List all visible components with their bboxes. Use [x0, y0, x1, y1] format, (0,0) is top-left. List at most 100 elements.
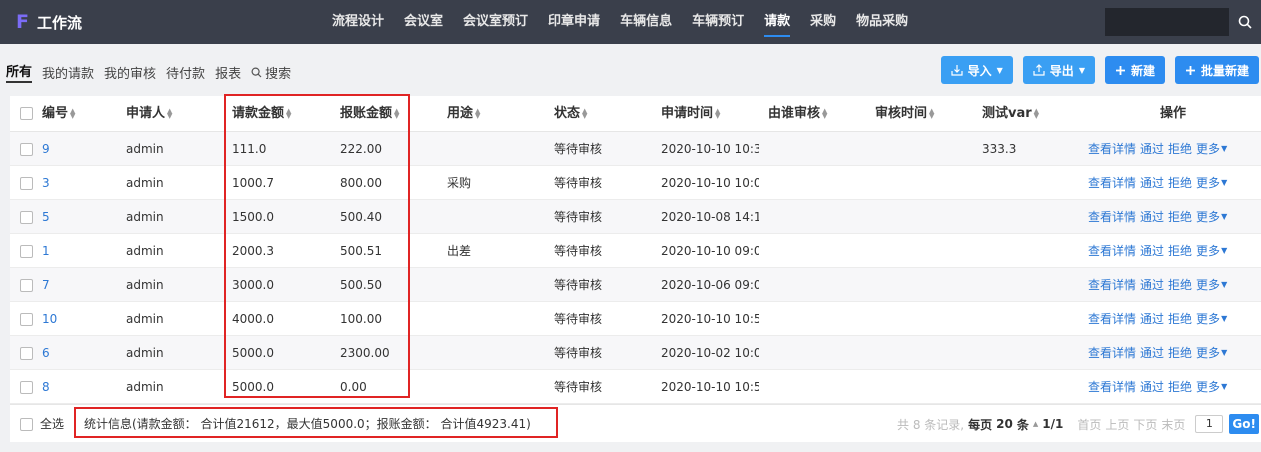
reject-link[interactable]: 拒绝: [1168, 234, 1192, 268]
go-button[interactable]: Go!: [1229, 414, 1259, 434]
column-header[interactable]: 用途 ▲ ▼: [447, 96, 480, 132]
view-details-link[interactable]: 查看详情: [1088, 234, 1136, 268]
view-details-link[interactable]: 查看详情: [1088, 268, 1136, 302]
nav-item[interactable]: 请款: [754, 0, 800, 44]
applicant-cell: admin: [126, 278, 164, 292]
column-header[interactable]: 请款金额 ▲ ▼: [232, 96, 291, 132]
page-info: 1/1: [1042, 417, 1064, 431]
row-checkbox[interactable]: [20, 143, 33, 156]
more-link[interactable]: 更多: [1196, 370, 1220, 404]
reimburse-cell: 800.00: [340, 176, 382, 190]
reject-link[interactable]: 拒绝: [1168, 268, 1192, 302]
view-details-link[interactable]: 查看详情: [1088, 132, 1136, 166]
prev-page-link[interactable]: 上页: [1105, 416, 1129, 433]
row-checkbox[interactable]: [20, 177, 33, 190]
nav-item[interactable]: 印章申请: [538, 0, 610, 44]
row-actions: 查看详情 通过 拒绝 更多 ▼: [1088, 200, 1231, 234]
var-cell: [982, 268, 1082, 302]
view-details-link[interactable]: 查看详情: [1088, 336, 1136, 370]
brand[interactable]: F 工作流: [16, 0, 82, 44]
approve-link[interactable]: 通过: [1140, 268, 1164, 302]
amount-cell: 1000.7: [232, 176, 274, 190]
approve-link[interactable]: 通过: [1140, 370, 1164, 404]
amount-cell: 111.0: [232, 142, 267, 156]
row-checkbox[interactable]: [20, 211, 33, 224]
approve-link[interactable]: 通过: [1140, 234, 1164, 268]
import-button[interactable]: 导入 ▼: [940, 56, 1013, 84]
approve-link[interactable]: 通过: [1140, 336, 1164, 370]
column-header-label: 申请时间: [661, 106, 714, 121]
nav-search-input[interactable]: [1105, 8, 1229, 36]
column-header[interactable]: 申请时间 ▲ ▼: [661, 96, 720, 132]
page-number-input[interactable]: 1: [1195, 415, 1224, 433]
nav-item[interactable]: 会议室: [394, 0, 453, 44]
select-all-checkbox[interactable]: [20, 418, 33, 431]
search-tab-label: 搜索: [265, 66, 292, 82]
var-cell: [982, 302, 1082, 336]
more-link[interactable]: 更多: [1196, 200, 1220, 234]
column-header[interactable]: 报账金额 ▲ ▼: [340, 96, 399, 132]
row-actions: 查看详情 通过 拒绝 更多 ▼: [1088, 370, 1231, 404]
nav-item[interactable]: 车辆信息: [610, 0, 682, 44]
reject-link[interactable]: 拒绝: [1168, 200, 1192, 234]
row-checkbox[interactable]: [20, 381, 33, 394]
reimburse-cell: 500.50: [340, 278, 382, 292]
column-header-label: 审核时间: [875, 106, 928, 121]
nav-item[interactable]: 车辆预订: [682, 0, 754, 44]
filter-tab[interactable]: 报表: [215, 63, 241, 82]
approve-link[interactable]: 通过: [1140, 200, 1164, 234]
more-link[interactable]: 更多: [1196, 234, 1220, 268]
table-row: 8 admin 5000.0 0.00 等待审核 2020-10-10 10:5(查看详情…: [10, 370, 1261, 404]
row-checkbox[interactable]: [20, 313, 33, 326]
column-header[interactable]: 编号 ▲ ▼: [42, 96, 75, 132]
approve-link[interactable]: 通过: [1140, 166, 1164, 200]
select-all-header-checkbox[interactable]: [20, 107, 33, 120]
reject-link[interactable]: 拒绝: [1168, 132, 1192, 166]
approve-link[interactable]: 通过: [1140, 302, 1164, 336]
apply-time-cell: 2020-10-02 10:0(: [661, 346, 759, 360]
filter-tab[interactable]: 所有: [6, 61, 33, 83]
column-header[interactable]: 状态 ▲ ▼: [554, 96, 587, 132]
more-link[interactable]: 更多: [1196, 336, 1220, 370]
per-page-select[interactable]: 20: [996, 417, 1013, 431]
nav-item[interactable]: 会议室预订: [453, 0, 538, 44]
search-tab[interactable]: 搜索: [251, 63, 291, 82]
purpose-cell: [447, 132, 547, 166]
view-details-link[interactable]: 查看详情: [1088, 370, 1136, 404]
reject-link[interactable]: 拒绝: [1168, 302, 1192, 336]
row-checkbox[interactable]: [20, 245, 33, 258]
status-cell: 等待审核: [554, 244, 603, 258]
filter-tab[interactable]: 待付款: [166, 63, 205, 82]
select-all-label: 全选: [40, 417, 65, 431]
more-link[interactable]: 更多: [1196, 132, 1220, 166]
more-link[interactable]: 更多: [1196, 166, 1220, 200]
view-details-link[interactable]: 查看详情: [1088, 302, 1136, 336]
nav-item[interactable]: 流程设计: [322, 0, 394, 44]
more-link[interactable]: 更多: [1196, 268, 1220, 302]
reject-link[interactable]: 拒绝: [1168, 166, 1192, 200]
nav-search-button[interactable]: [1229, 8, 1261, 36]
row-checkbox[interactable]: [20, 279, 33, 292]
column-header[interactable]: 由谁审核 ▲ ▼: [768, 96, 827, 132]
column-header[interactable]: 测试var ▲ ▼: [982, 96, 1039, 132]
column-header[interactable]: 申请人 ▲ ▼: [126, 96, 172, 132]
nav-item[interactable]: 物品采购: [846, 0, 918, 44]
column-header[interactable]: 审核时间 ▲ ▼: [875, 96, 934, 132]
create-button[interactable]: 新建: [1104, 56, 1165, 84]
batch-create-button[interactable]: 批量新建: [1174, 56, 1259, 84]
next-page-link[interactable]: 下页: [1133, 416, 1157, 433]
sort-icon: ▲ ▼: [167, 106, 173, 120]
approve-link[interactable]: 通过: [1140, 132, 1164, 166]
more-link[interactable]: 更多: [1196, 302, 1220, 336]
reject-link[interactable]: 拒绝: [1168, 370, 1192, 404]
nav-item[interactable]: 采购: [800, 0, 846, 44]
view-details-link[interactable]: 查看详情: [1088, 166, 1136, 200]
filter-tab[interactable]: 我的请款: [42, 63, 94, 82]
reject-link[interactable]: 拒绝: [1168, 336, 1192, 370]
last-page-link[interactable]: 末页: [1161, 416, 1185, 433]
export-button[interactable]: 导出 ▼: [1022, 56, 1095, 84]
view-details-link[interactable]: 查看详情: [1088, 200, 1136, 234]
first-page-link[interactable]: 首页: [1077, 416, 1101, 433]
row-checkbox[interactable]: [20, 347, 33, 360]
filter-tab[interactable]: 我的审核: [104, 63, 156, 82]
